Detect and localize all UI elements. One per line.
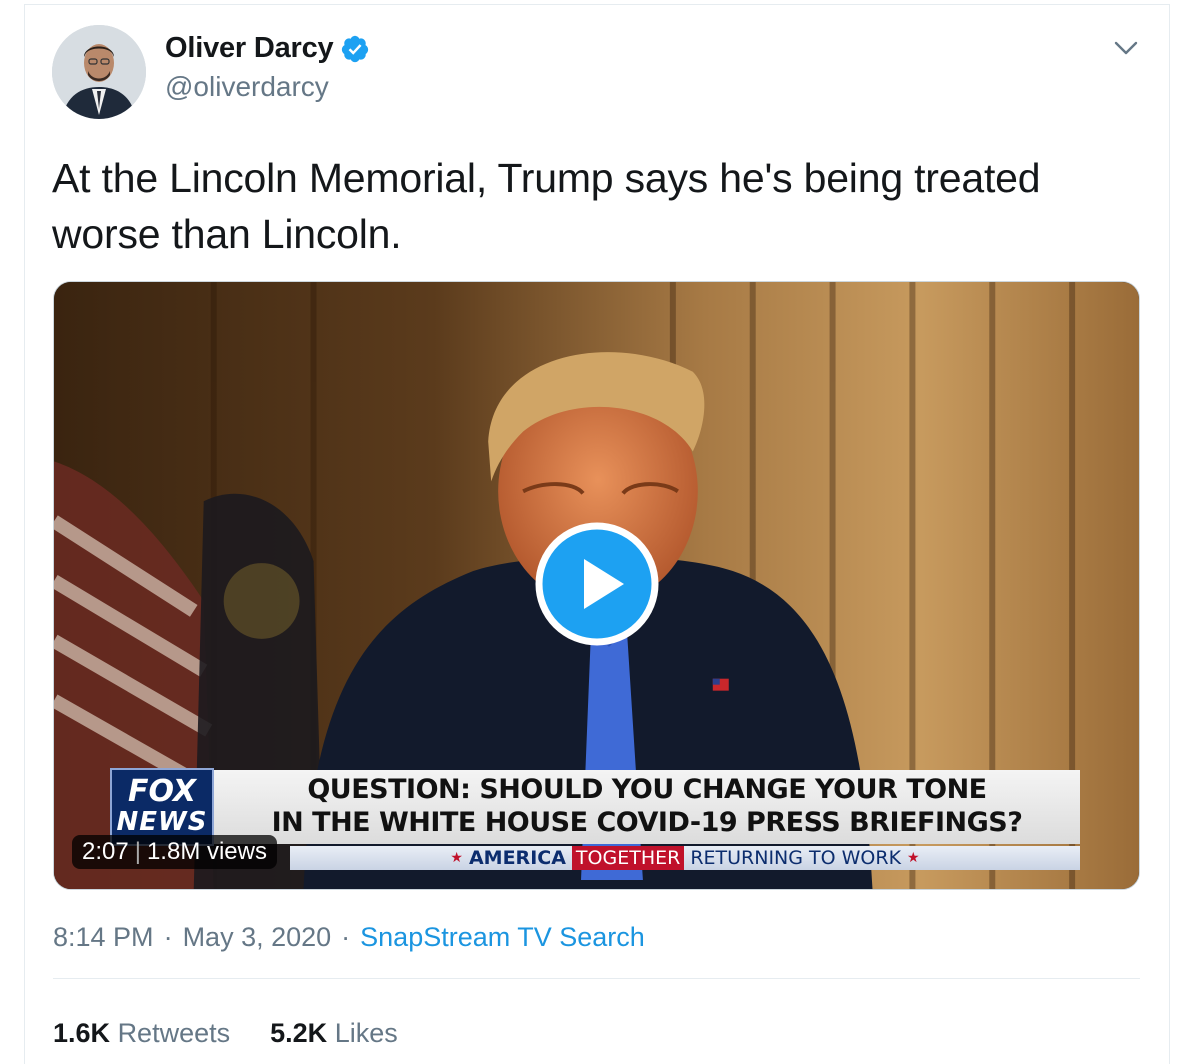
- logo-line-2: NEWS: [116, 807, 208, 837]
- retweets-count: 1.6K: [53, 1018, 111, 1048]
- logo-line-1: FOX: [127, 774, 197, 809]
- star-icon: ★: [907, 850, 920, 866]
- strip-together: TOGETHER: [571, 846, 685, 870]
- badge-separator: |: [134, 838, 141, 865]
- likes-stat[interactable]: 5.2K Likes: [270, 1018, 398, 1049]
- divider: [53, 978, 1140, 979]
- star-icon: ★: [450, 850, 463, 866]
- avatar[interactable]: [52, 25, 146, 119]
- tweet-source-link[interactable]: SnapStream TV Search: [360, 922, 645, 953]
- strip-returning: RETURNING TO WORK: [690, 847, 902, 869]
- video-duration: 2:07: [82, 838, 129, 865]
- likes-count: 5.2K: [270, 1018, 328, 1048]
- tweet-stats: 1.6K Retweets 5.2K Likes: [53, 1018, 398, 1049]
- tweet-text: At the Lincoln Memorial, Trump says he's…: [52, 155, 1041, 257]
- retweets-stat[interactable]: 1.6K Retweets: [53, 1018, 230, 1049]
- play-icon[interactable]: [534, 521, 660, 647]
- chevron-down-icon[interactable]: [1112, 36, 1140, 60]
- likes-label: Likes: [334, 1018, 398, 1048]
- tweet-date[interactable]: May 3, 2020: [183, 922, 332, 953]
- author-name[interactable]: Oliver Darcy: [165, 32, 334, 65]
- video-views: 1.8M views: [146, 838, 267, 865]
- verified-badge-icon: [341, 35, 368, 62]
- chyron-strip: ★ AMERICA TOGETHER RETURNING TO WORK ★: [290, 846, 1080, 870]
- chyron-question: QUESTION: SHOULD YOU CHANGE YOUR TONE IN…: [214, 770, 1080, 844]
- author-name-row[interactable]: Oliver Darcy: [165, 32, 370, 65]
- strip-america: AMERICA: [468, 847, 566, 869]
- tweet-meta: 8:14 PM · May 3, 2020 · SnapStream TV Se…: [53, 922, 645, 953]
- meta-separator: ·: [341, 922, 351, 952]
- author-handle[interactable]: @oliverdarcy: [165, 71, 329, 103]
- tweet-time[interactable]: 8:14 PM: [53, 922, 154, 953]
- video-info-badge: 2:07 | 1.8M views: [72, 835, 277, 869]
- meta-separator: ·: [163, 922, 173, 952]
- chyron-line-1: QUESTION: SHOULD YOU CHANGE YOUR TONE: [307, 774, 987, 805]
- chyron-line-2: IN THE WHITE HOUSE COVID-19 PRESS BRIEFI…: [271, 807, 1023, 838]
- retweets-label: Retweets: [117, 1018, 231, 1048]
